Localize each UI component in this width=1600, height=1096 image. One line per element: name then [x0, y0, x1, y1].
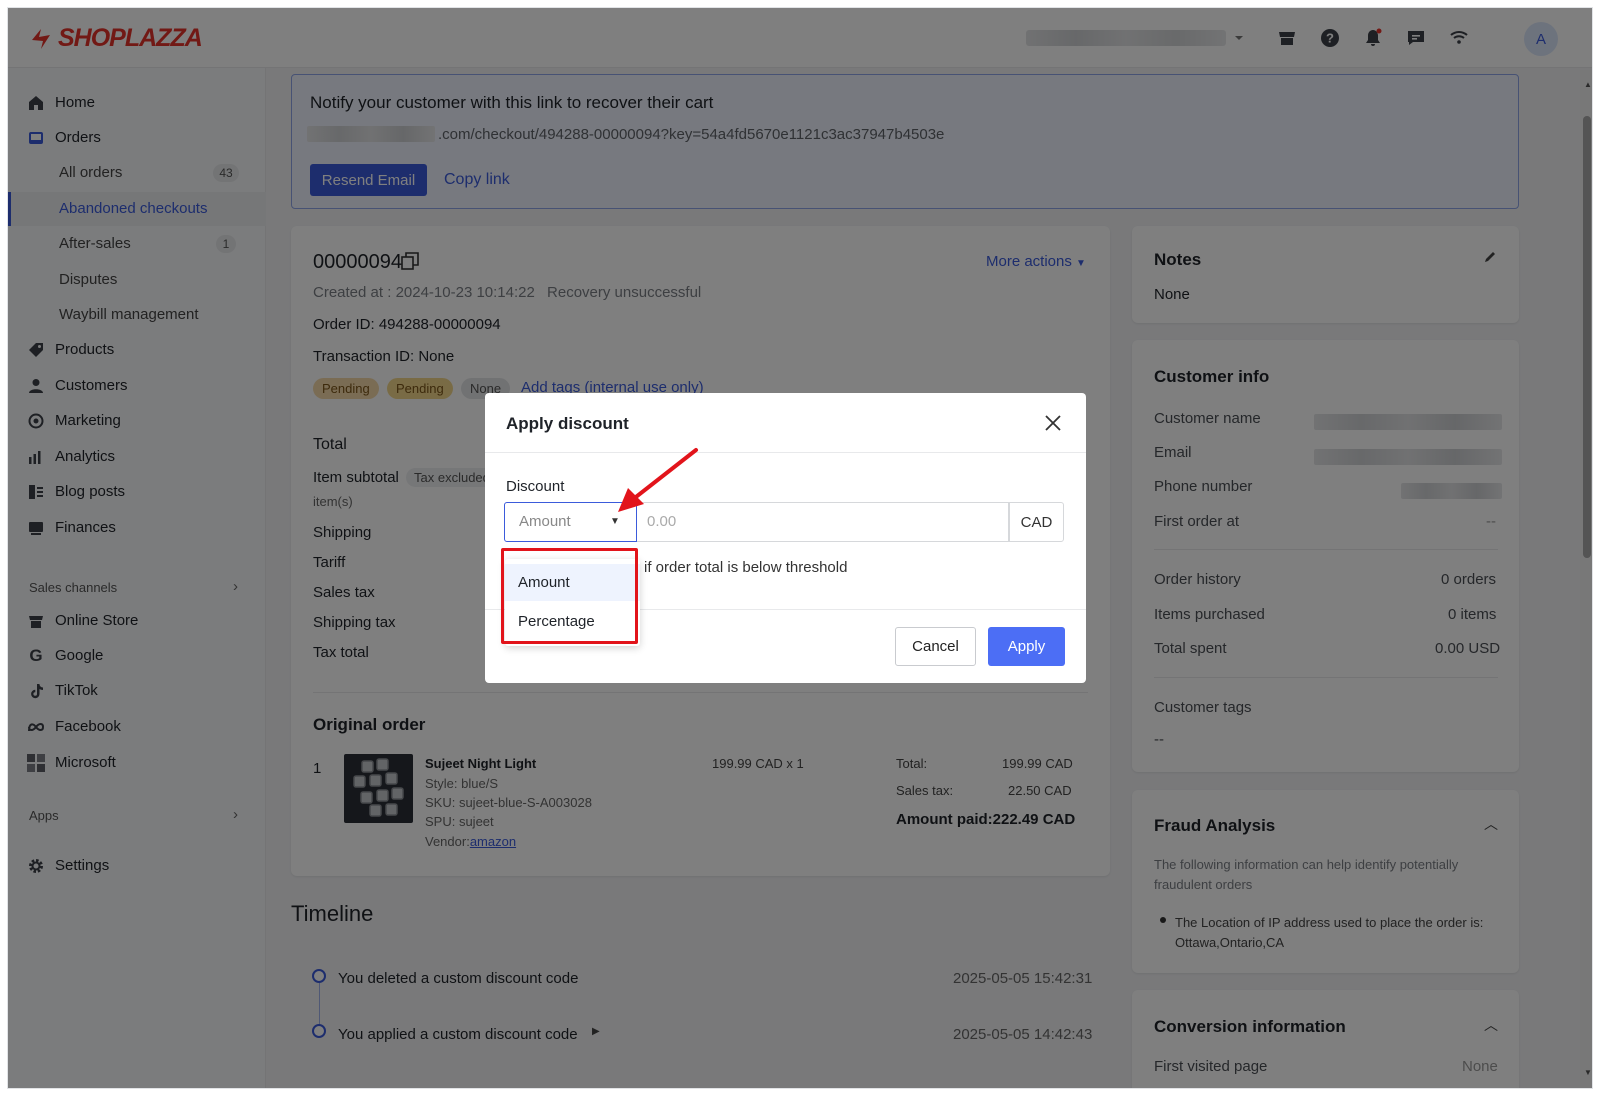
- apply-button[interactable]: Apply: [988, 627, 1065, 666]
- discount-label: Discount: [506, 478, 565, 495]
- dialog-title: Apply discount: [506, 414, 629, 433]
- divider: [485, 452, 1086, 453]
- currency-addon: CAD: [1009, 502, 1064, 542]
- close-icon[interactable]: [1043, 413, 1063, 438]
- discount-type-value: Amount: [519, 513, 571, 530]
- highlight-box: [501, 548, 638, 644]
- annotation-arrow-icon: [618, 448, 698, 512]
- threshold-text: if order total is below threshold: [644, 559, 848, 576]
- app-window: SHOPLAZZA ? A Home Orders All orders43 A…: [7, 7, 1593, 1089]
- cancel-button[interactable]: Cancel: [895, 627, 976, 666]
